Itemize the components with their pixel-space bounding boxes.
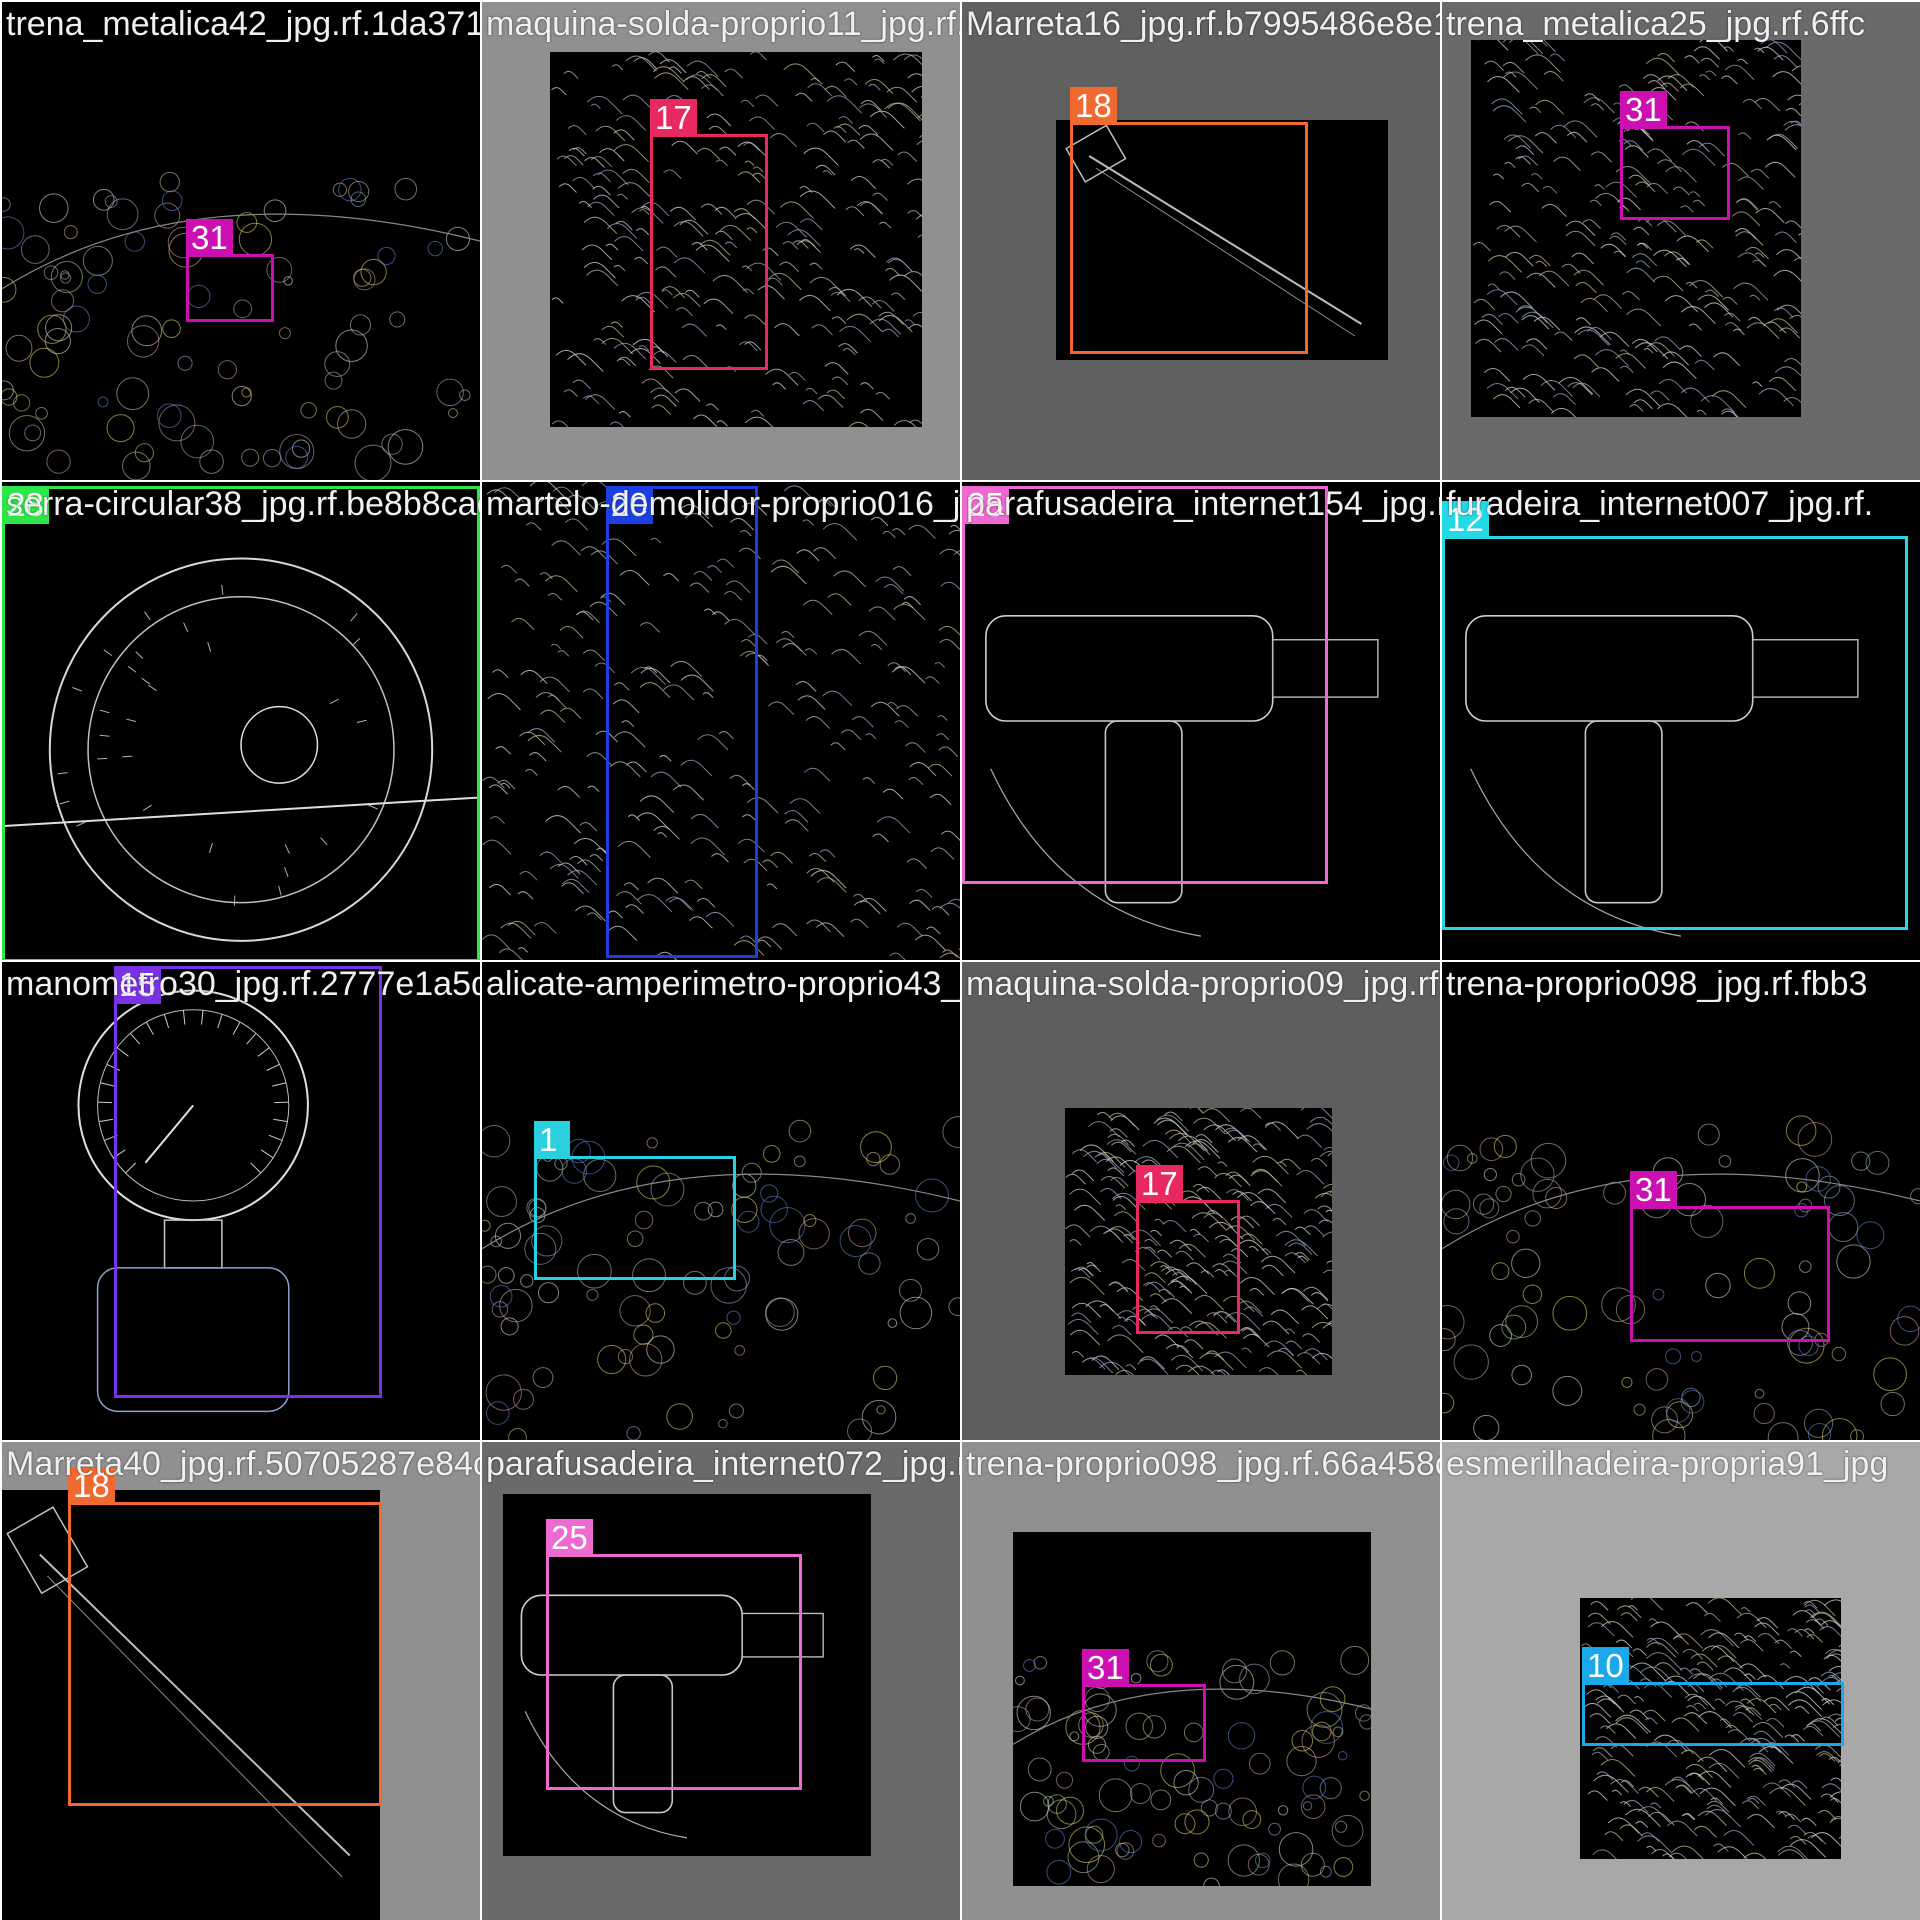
class-id-label: 25 [546, 1519, 593, 1557]
bounding-box: 15 [114, 966, 382, 1398]
edge-drawing [1442, 1115, 1920, 1440]
image-filename-caption: maquina-solda-proprio11_jpg.rf.6ffc [486, 5, 960, 43]
bounding-box: 20 [606, 486, 758, 958]
image-filename-caption: manometro30_jpg.rf.2777e1a5d1141ed7ed557… [6, 965, 480, 1003]
bounding-box: 31 [186, 219, 274, 322]
mosaic-tile: trena-proprio098_jpg.rf.fbb3 31 [1442, 962, 1920, 1440]
bounding-box: 18 [68, 1467, 382, 1806]
mosaic-grid: trena_metalica42_jpg.rf.1da371b8ceb682dd… [0, 0, 1920, 1920]
mosaic-tile: maquina-solda-proprio09_jpg.rf.796a5b262… [962, 962, 1440, 1440]
image-filename-caption: serra-circular38_jpg.rf.be8b8cae4ed0403 [6, 485, 480, 523]
mosaic-tile: serra-circular38_jpg.rf.be8b8cae4ed04032… [2, 482, 480, 960]
bounding-box: 25 [546, 1519, 802, 1790]
bounding-box: 28 [2, 486, 480, 960]
image-filename-caption: trena_metalica25_jpg.rf.6ffc [1446, 5, 1865, 43]
mosaic-tile: manometro30_jpg.rf.2777e1a5d1141ed7ed557… [2, 962, 480, 1440]
bounding-box: 18 [1070, 87, 1308, 354]
image-filename-caption: martelo-demolidor-proprio016_jpg.rf.7876… [486, 485, 960, 523]
mosaic-tile: trena_metalica25_jpg.rf.6ffc 31 [1442, 2, 1920, 480]
mosaic-tile: alicate-amperimetro-proprio43_jpg.rf.42b… [482, 962, 960, 1440]
mosaic-tile: trena-proprio098_jpg.rf.66a458c2d15a9385… [962, 1442, 1440, 1920]
image-filename-caption: Marreta40_jpg.rf.50705287e84c9f132f0e50f… [6, 1445, 480, 1483]
image-filename-caption: parafusadeira_internet154_jpg.rf.a98e289 [966, 485, 1440, 523]
class-id-label: 1 [534, 1121, 570, 1159]
mosaic-tile: trena_metalica42_jpg.rf.1da371b8ceb682dd… [2, 2, 480, 480]
class-id-label: 17 [650, 99, 697, 137]
image-filename-caption: Marreta16_jpg.rf.b7995486e8e1700aef2bca [966, 5, 1440, 43]
bounding-box: 25 [962, 486, 1328, 884]
bounding-box: 17 [650, 99, 768, 370]
image-filename-caption: maquina-solda-proprio09_jpg.rf.796a5b262… [966, 965, 1440, 1003]
image-filename-caption: trena_metalica42_jpg.rf.1da371b8ceb682dd [6, 5, 480, 43]
class-id-label: 31 [1082, 1649, 1129, 1687]
mosaic-tile: furadeira_internet007_jpg.rf. 12 [1442, 482, 1920, 960]
image-filename-caption: trena-proprio098_jpg.rf.66a458c2d15a9385 [966, 1445, 1440, 1483]
class-id-label: 31 [186, 219, 233, 257]
mosaic-tile: Marreta40_jpg.rf.50705287e84c9f132f0e50f… [2, 1442, 480, 1920]
image-filename-caption: alicate-amperimetro-proprio43_jpg.rf.42b… [486, 965, 960, 1003]
bounding-box: 10 [1582, 1647, 1844, 1746]
bounding-box: 12 [1442, 501, 1908, 930]
mosaic-tile: parafusadeira_internet072_jpg.rf.e2157bb… [482, 1442, 960, 1920]
image-filename-caption: trena-proprio098_jpg.rf.fbb3 [1446, 965, 1868, 1003]
image-filename-caption: furadeira_internet007_jpg.rf. [1446, 485, 1874, 523]
class-id-label: 10 [1582, 1647, 1629, 1685]
mosaic-tile: martelo-demolidor-proprio016_jpg.rf.7876… [482, 482, 960, 960]
edge-image [2, 2, 480, 480]
image-filename-caption: esmerilhadeira-propria91_jpg [1446, 1445, 1889, 1483]
class-id-label: 18 [1070, 87, 1117, 125]
bounding-box: 31 [1620, 91, 1730, 220]
mosaic-tile: Marreta16_jpg.rf.b7995486e8e1700aef2bca 1… [962, 2, 1440, 480]
bounding-box: 31 [1082, 1649, 1206, 1762]
mosaic-tile: parafusadeira_internet154_jpg.rf.a98e289… [962, 482, 1440, 960]
bounding-box: 31 [1630, 1171, 1830, 1342]
class-id-label: 17 [1136, 1165, 1183, 1203]
edge-image [1442, 962, 1920, 1440]
class-id-label: 31 [1630, 1171, 1677, 1209]
mosaic-tile: maquina-solda-proprio11_jpg.rf.6ffc 17 [482, 2, 960, 480]
bounding-box: 17 [1136, 1165, 1240, 1334]
bounding-box: 1 [534, 1121, 736, 1280]
class-id-label: 31 [1620, 91, 1667, 129]
mosaic-tile: esmerilhadeira-propria91_jpg 10 [1442, 1442, 1920, 1920]
edge-drawing [2, 171, 480, 480]
image-filename-caption: parafusadeira_internet072_jpg.rf.e2157bb [486, 1445, 960, 1483]
